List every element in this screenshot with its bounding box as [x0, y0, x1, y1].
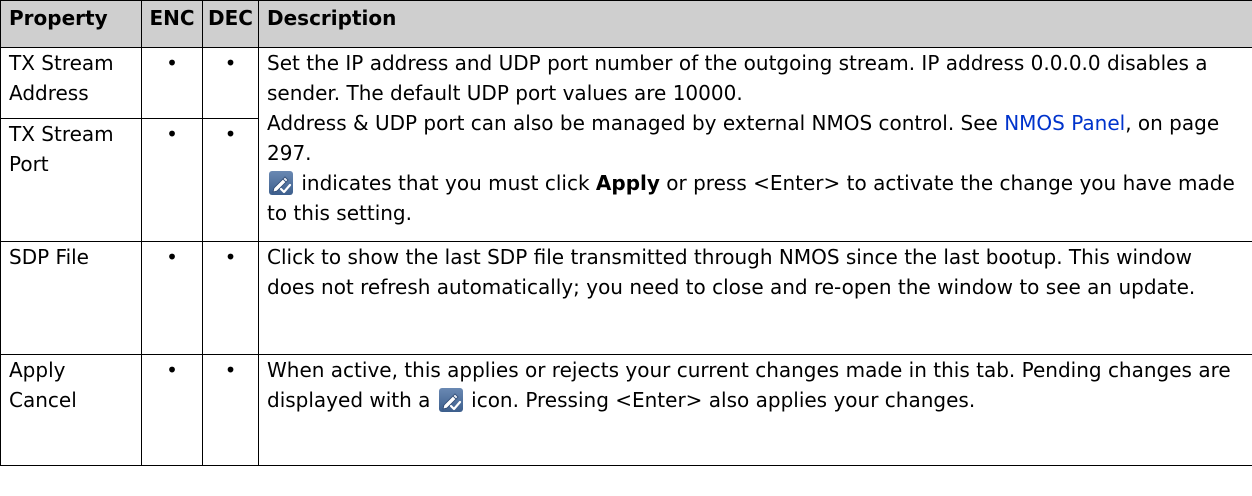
nmos-panel-link[interactable]: NMOS Panel	[1004, 111, 1125, 135]
description-cell: When active, this applies or rejects you…	[258, 354, 1252, 466]
header-property: Property	[0, 0, 142, 48]
property-line: Cancel	[9, 388, 77, 412]
description-paragraph: Set the IP address and UDP port number o…	[267, 51, 1208, 105]
description-text: indicates that you must click	[295, 171, 596, 195]
description-paragraph: indicates that you must click Apply or p…	[267, 168, 1244, 228]
property-table: Property ENC DEC Description TX Stream A…	[0, 0, 1252, 466]
table-row: TX Stream Address • • Set the IP address…	[0, 47, 1252, 242]
header-dec: DEC	[202, 0, 259, 48]
property-cell: Apply Cancel	[0, 354, 142, 466]
description-text: icon. Pressing <Enter> also applies your…	[464, 388, 976, 412]
property-cell: TX Stream Port	[0, 118, 142, 242]
header-enc: ENC	[141, 0, 203, 48]
header-description: Description	[258, 0, 1252, 48]
property-line: Apply	[9, 358, 66, 382]
dec-bullet: •	[202, 354, 259, 466]
description-text: Address & UDP port can also be managed b…	[267, 111, 1005, 135]
enc-bullet: •	[141, 354, 203, 466]
table-row: SDP File • • Click to show the last SDP …	[0, 241, 1252, 355]
property-cell: TX Stream Address	[0, 47, 142, 119]
description-cell: Set the IP address and UDP port number o…	[258, 47, 1252, 242]
table-row: Apply Cancel • • When active, this applie…	[0, 354, 1252, 466]
apply-keyword: Apply	[595, 171, 660, 195]
description-cell: Click to show the last SDP file transmit…	[258, 241, 1252, 355]
table-header-row: Property ENC DEC Description	[0, 0, 1252, 48]
dec-bullet: •	[202, 47, 259, 119]
enc-bullet: •	[141, 47, 203, 119]
enc-bullet: •	[141, 118, 203, 242]
enc-bullet: •	[141, 241, 203, 355]
pencil-check-icon	[269, 171, 293, 195]
dec-bullet: •	[202, 241, 259, 355]
dec-bullet: •	[202, 118, 259, 242]
description-paragraph: Address & UDP port can also be managed b…	[267, 108, 1244, 168]
property-cell: SDP File	[0, 241, 142, 355]
pencil-check-icon	[438, 388, 463, 412]
